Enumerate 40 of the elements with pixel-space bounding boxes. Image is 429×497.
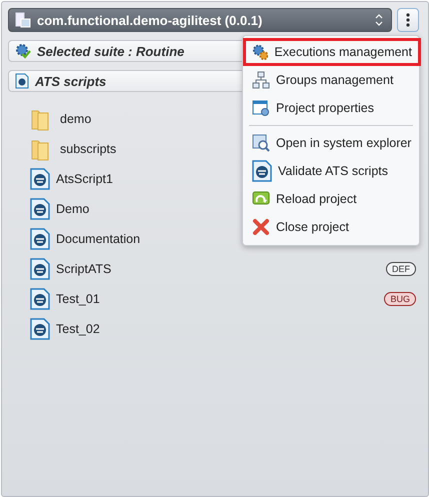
gear-check-icon (15, 43, 31, 59)
menu-item-label: Project properties (276, 101, 374, 115)
suite-label: Selected suite : Routine (37, 44, 184, 58)
menu-item-label: Reload project (276, 192, 357, 206)
script-file-icon (15, 73, 29, 89)
menu-item[interactable]: Validate ATS scripts (243, 157, 421, 185)
gears-icon (252, 43, 268, 61)
menu-item[interactable]: Project properties (243, 94, 421, 122)
script-file-icon (252, 160, 272, 182)
menu-item[interactable]: Open in system explorer (243, 129, 421, 157)
status-tag: BUG (384, 292, 416, 306)
menu-item-label: Executions management (274, 45, 412, 59)
network-icon (252, 71, 270, 89)
section-title: ATS scripts (35, 74, 106, 88)
project-icon (15, 12, 31, 28)
script-file-icon (30, 198, 50, 220)
script-file-icon (30, 168, 50, 190)
tree-item[interactable]: Test_02 (56, 322, 419, 336)
menu-item-label: Close project (276, 220, 349, 234)
menu-item[interactable]: Reload project (243, 185, 421, 213)
script-file-icon (30, 258, 50, 280)
kebab-icon (406, 13, 410, 27)
tree-item[interactable]: ScriptATS (56, 262, 380, 276)
script-file-icon (30, 288, 50, 310)
magnifier-window-icon (252, 134, 270, 152)
tree-item[interactable]: Test_01 (56, 292, 378, 306)
script-file-icon (30, 228, 50, 250)
menu-item[interactable]: Close project (243, 213, 421, 241)
script-file-icon (30, 318, 50, 340)
status-tag: DEF (386, 262, 416, 276)
more-menu-button[interactable] (397, 8, 419, 32)
menu-item-label: Groups management (276, 73, 394, 87)
menu-item-label: Validate ATS scripts (278, 164, 388, 178)
project-title: com.functional.demo-agilitest (0.0.1) (37, 12, 264, 28)
window-settings-icon (252, 99, 270, 117)
menu-item[interactable]: Executions management (243, 38, 421, 66)
project-select[interactable]: com.functional.demo-agilitest (0.0.1) (8, 8, 392, 32)
updown-chevron-icon (375, 14, 383, 26)
close-icon (252, 218, 270, 236)
menu-item-label: Open in system explorer (276, 136, 412, 150)
